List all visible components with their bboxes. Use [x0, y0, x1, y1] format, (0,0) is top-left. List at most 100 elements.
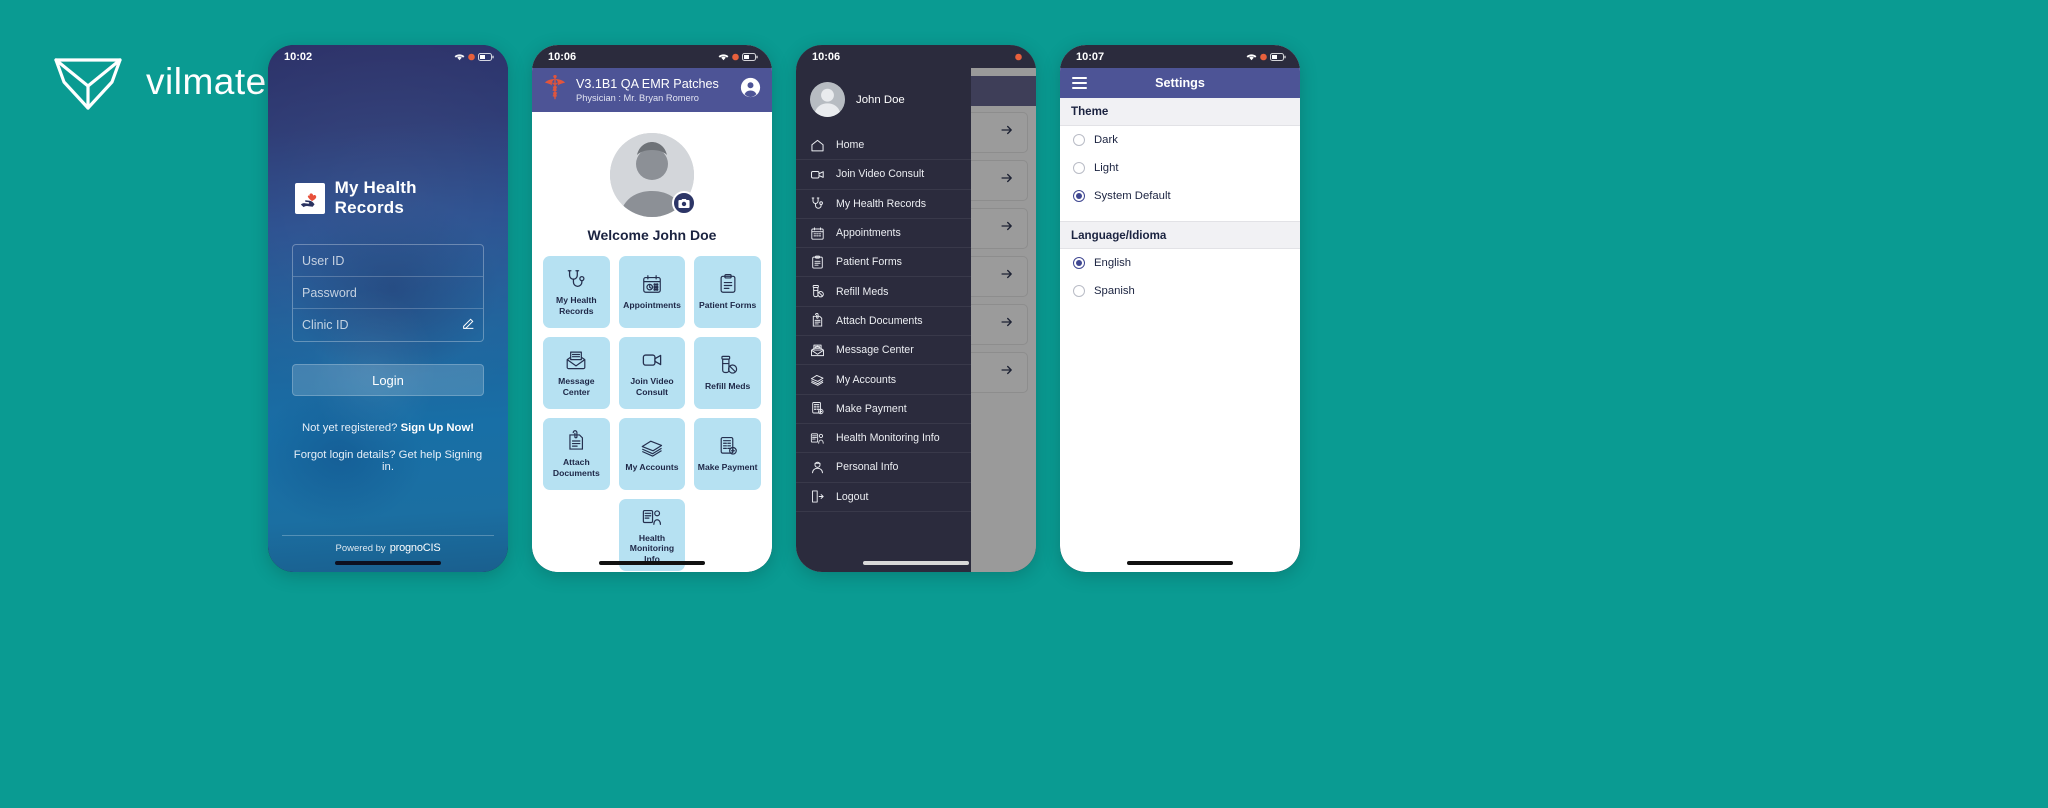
theme-option-system-default[interactable]: System Default: [1060, 182, 1300, 210]
tile-label: Appointments: [623, 300, 681, 311]
envelope-icon: [565, 349, 587, 371]
tile-label: Patient Forms: [699, 300, 757, 311]
tile-label: Refill Meds: [704, 381, 751, 392]
app-version-title: V3.1B1 QA EMR Patches: [576, 76, 719, 91]
status-icons: [1015, 53, 1022, 61]
clinic-id-field[interactable]: Clinic ID: [293, 309, 483, 341]
profile-avatar[interactable]: [610, 133, 696, 217]
phone-settings-screen: 10:07 Settings Theme Dark Light System D…: [1060, 45, 1300, 572]
drawer-item-label: Make Payment: [836, 402, 907, 415]
tile-appointments[interactable]: Appointments: [618, 256, 686, 328]
vilmate-cube-logo-icon: [52, 52, 124, 112]
page-title: Settings: [1155, 76, 1205, 90]
drawer-item-label: My Accounts: [836, 373, 897, 386]
calendar-icon: [810, 226, 825, 241]
tile-my-accounts[interactable]: My Accounts: [618, 418, 686, 490]
drawer-item-my-health-records[interactable]: My Health Records: [796, 190, 971, 219]
drawer-item-appointments[interactable]: Appointments: [796, 219, 971, 249]
drawer-item-label: Message Center: [836, 344, 914, 357]
drawer-item-personal-info[interactable]: Personal Info: [796, 453, 971, 483]
status-icons: [718, 52, 758, 61]
drawer-item-home[interactable]: Home: [796, 131, 971, 161]
status-time: 10:02: [284, 50, 313, 63]
phone-dashboard-screen: 10:06 V3.1B1 QA EMR Patches Physician: …: [532, 45, 772, 572]
attach-document-icon: [810, 313, 825, 328]
vilmate-wordmark: vilmate: [146, 61, 267, 102]
tile-label: My Accounts: [625, 462, 679, 473]
drawer-item-refill-meds[interactable]: Refill Meds: [796, 277, 971, 307]
tile-refill-meds[interactable]: Refill Meds: [694, 337, 761, 409]
drawer-user-name: John Doe: [856, 93, 905, 106]
pill-bottle-icon: [717, 354, 739, 376]
arrow-right-icon[interactable]: [1000, 315, 1014, 334]
drawer-item-label: Health Monitoring Info: [836, 432, 940, 445]
powered-by-label: Powered by: [335, 542, 386, 554]
edit-icon[interactable]: [462, 317, 475, 333]
drawer-item-health-monitoring-info[interactable]: Health Monitoring Info: [796, 424, 971, 454]
arrow-right-icon[interactable]: [1000, 171, 1014, 190]
status-bar: 10:06: [532, 45, 772, 68]
arrow-right-icon[interactable]: [1000, 363, 1014, 382]
drawer-item-join-video-consult[interactable]: Join Video Consult: [796, 160, 971, 190]
forgot-link[interactable]: Forgot login details? Get help Signing i…: [292, 449, 484, 473]
login-button[interactable]: Login: [292, 364, 484, 396]
arrow-right-icon[interactable]: [1000, 123, 1014, 142]
drawer-item-attach-documents[interactable]: Attach Documents: [796, 307, 971, 337]
account-circle-icon[interactable]: [740, 77, 761, 103]
drawer-item-patient-forms[interactable]: Patient Forms: [796, 248, 971, 278]
arrow-right-icon[interactable]: [1000, 267, 1014, 286]
drawer-item-message-center[interactable]: Message Center: [796, 336, 971, 366]
signup-link[interactable]: Sign Up Now!: [401, 422, 474, 434]
tile-my-health-records[interactable]: My Health Records: [543, 256, 610, 328]
stethoscope-icon: [565, 268, 587, 290]
home-indicator: [599, 561, 705, 565]
radio-button[interactable]: [1073, 162, 1085, 174]
pill-bottle-icon: [810, 284, 825, 299]
language-option-english[interactable]: English: [1060, 249, 1300, 277]
payment-icon: [717, 435, 739, 457]
arrow-right-icon[interactable]: [1000, 219, 1014, 238]
person-info-icon: [810, 460, 825, 475]
option-label: Dark: [1094, 134, 1118, 146]
theme-option-dark[interactable]: Dark: [1060, 126, 1300, 154]
radio-button[interactable]: [1073, 134, 1085, 146]
user-id-placeholder: User ID: [302, 253, 345, 268]
tile-attach-documents[interactable]: Attach Documents: [543, 418, 610, 490]
app-header: V3.1B1 QA EMR Patches Physician : Mr. Br…: [532, 68, 772, 112]
radio-button-selected[interactable]: [1073, 257, 1085, 269]
dashboard-body: Welcome John Doe My Health Records Appoi…: [532, 112, 772, 572]
password-field[interactable]: Password: [293, 277, 483, 309]
payment-icon: [810, 401, 825, 416]
powered-by-footer: Powered by prognoCIS: [282, 535, 494, 554]
language-option-spanish[interactable]: Spanish: [1060, 277, 1300, 305]
user-id-field[interactable]: User ID: [293, 245, 483, 277]
option-label: System Default: [1094, 190, 1171, 202]
tile-label: Health Monitoring Info: [629, 533, 675, 564]
tile-make-payment[interactable]: Make Payment: [694, 418, 761, 490]
drawer-item-label: Join Video Consult: [836, 168, 925, 181]
welcome-message: Welcome John Doe: [587, 227, 717, 243]
status-bar: 10:06: [796, 45, 1036, 68]
drawer-item-label: My Health Records: [836, 197, 927, 210]
home-indicator: [1127, 561, 1233, 565]
status-icons: [1246, 52, 1286, 61]
drawer-item-my-accounts[interactable]: My Accounts: [796, 365, 971, 395]
prognocis-logo: prognoCIS: [390, 542, 441, 554]
tile-label: Join Video Consult: [630, 376, 674, 397]
clipboard-icon: [717, 273, 739, 295]
drawer-item-label: Personal Info: [836, 461, 899, 474]
radio-button[interactable]: [1073, 285, 1085, 297]
status-bar: 10:02: [268, 45, 508, 68]
camera-icon[interactable]: [672, 191, 696, 215]
tile-message-center[interactable]: Message Center: [543, 337, 610, 409]
drawer-item-logout[interactable]: Logout: [796, 483, 971, 512]
option-label: Light: [1094, 162, 1119, 174]
drawer-user-header[interactable]: John Doe: [796, 82, 971, 131]
tile-patient-forms[interactable]: Patient Forms: [694, 256, 761, 328]
drawer-item-make-payment[interactable]: Make Payment: [796, 395, 971, 424]
theme-option-light[interactable]: Light: [1060, 154, 1300, 182]
radio-button-selected[interactable]: [1073, 190, 1085, 202]
tile-join-video-consult[interactable]: Join Video Consult: [618, 337, 686, 409]
health-monitor-icon: [810, 431, 825, 446]
login-form: User ID Password Clinic ID: [292, 244, 484, 342]
